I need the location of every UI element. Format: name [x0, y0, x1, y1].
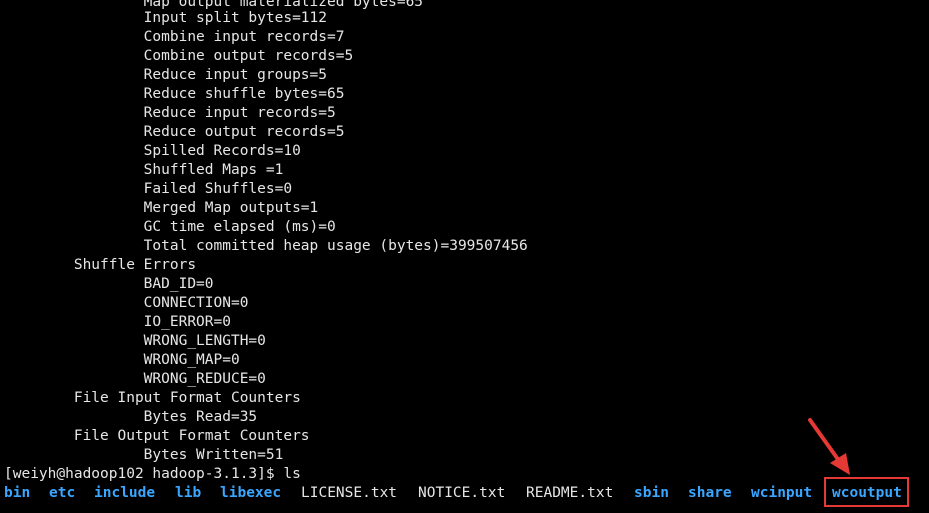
output-line: Merged Map outputs=1 [4, 200, 319, 216]
output-line: Reduce output records=5 [4, 124, 345, 140]
output-line: Reduce input records=5 [4, 105, 336, 121]
ls-entry-libexec: libexec [220, 485, 282, 501]
ls-entry-notice: NOTICE.txt [418, 485, 506, 501]
output-line: Input split bytes=112 [4, 10, 328, 26]
ls-entry-sbin: sbin [634, 485, 669, 501]
ls-entry-etc: etc [49, 485, 76, 501]
output-line: Reduce shuffle bytes=65 [4, 86, 345, 102]
output-line: CONNECTION=0 [4, 295, 249, 311]
ls-entry-wcinput: wcinput [751, 485, 813, 501]
output-line: WRONG_MAP=0 [4, 352, 240, 368]
ls-entry-share: share [688, 485, 732, 501]
output-line: Total committed heap usage (bytes)=39950… [4, 238, 528, 254]
output-line: WRONG_REDUCE=0 [4, 371, 266, 387]
output-section-header: Shuffle Errors [4, 257, 197, 273]
shell-prompt-command: [weiyh@hadoop102 hadoop-3.1.3]$ ls [4, 466, 301, 482]
red-arrow-icon [808, 418, 850, 475]
output-section-header: File Input Format Counters [4, 390, 301, 406]
output-line: Bytes Written=51 [4, 447, 284, 463]
output-line: Combine input records=7 [4, 29, 345, 45]
ls-entry-include: include [94, 485, 156, 501]
output-line: BAD_ID=0 [4, 276, 214, 292]
output-line: WRONG_LENGTH=0 [4, 333, 266, 349]
ls-entry-lib: lib [175, 485, 202, 501]
terminal-window[interactable]: Map output materialized bytes=65 Input s… [0, 0, 929, 513]
output-section-header: File Output Format Counters [4, 428, 310, 444]
output-line: IO_ERROR=0 [4, 314, 231, 330]
output-line: Combine output records=5 [4, 48, 354, 64]
output-line: GC time elapsed (ms)=0 [4, 219, 336, 235]
output-line: Reduce input groups=5 [4, 67, 328, 83]
highlight-box [824, 477, 909, 507]
ls-entry-readme: README.txt [526, 485, 614, 501]
ls-entry-bin: bin [4, 485, 31, 501]
output-line: Spilled Records=10 [4, 143, 301, 159]
output-line: Shuffled Maps =1 [4, 162, 284, 178]
output-line: Bytes Read=35 [4, 409, 258, 425]
output-line: Failed Shuffles=0 [4, 181, 293, 197]
ls-entry-license: LICENSE.txt [301, 485, 398, 501]
